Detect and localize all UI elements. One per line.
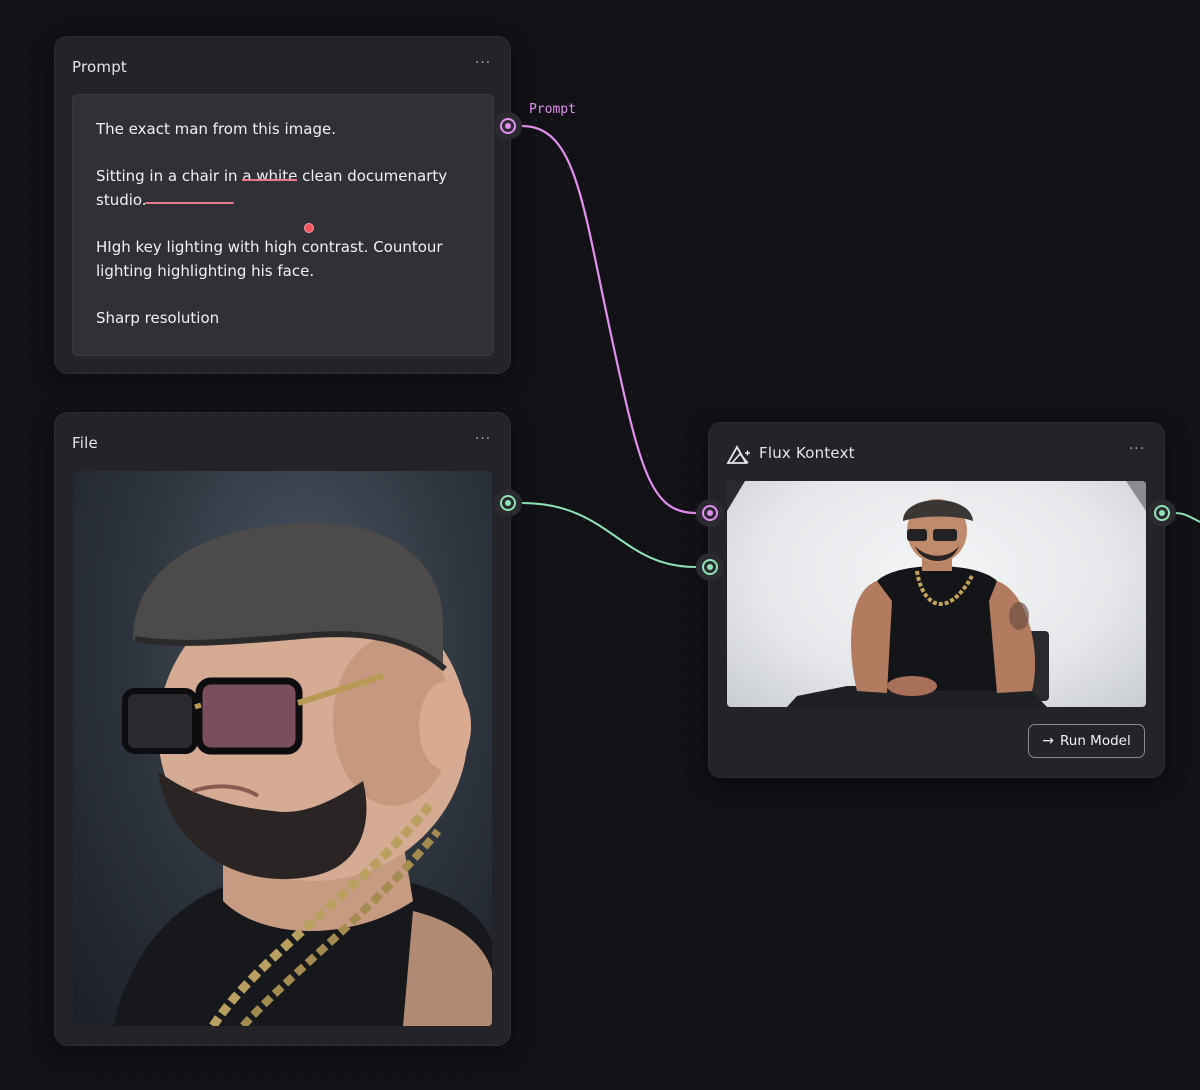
prompt-node-title: Prompt xyxy=(72,58,128,76)
run-model-label: Run Model xyxy=(1060,733,1131,749)
file-node-header[interactable]: File ··· xyxy=(55,413,510,473)
prompt-wire xyxy=(521,124,697,515)
prompt-line-3: HIgh key lighting with high contrast. Co… xyxy=(96,238,443,280)
flux-more-button[interactable]: ··· xyxy=(1124,441,1150,461)
prompt-node[interactable]: Prompt ··· The exact man from this image… xyxy=(54,36,511,374)
annotation-dot xyxy=(304,223,314,233)
prompt-line-4: Sharp resolution xyxy=(96,309,220,327)
studio-photo xyxy=(727,481,1146,707)
arrow-right-icon: → xyxy=(1042,733,1054,749)
flux-kontext-node[interactable]: Flux Kontext ··· → Run Model xyxy=(708,422,1165,778)
prompt-node-header[interactable]: Prompt ··· xyxy=(55,37,510,97)
flux-image-input-port[interactable] xyxy=(696,553,724,581)
prompt-output-port[interactable] xyxy=(494,112,522,140)
image-wire xyxy=(521,502,697,568)
annotation-underline xyxy=(145,202,234,204)
run-model-button[interactable]: → Run Model xyxy=(1028,724,1145,758)
flux-output-image[interactable] xyxy=(727,481,1146,707)
triangle-logo-icon xyxy=(726,445,750,464)
workflow-canvas[interactable]: Prompt ··· The exact man from this image… xyxy=(0,0,1200,1090)
prompt-line-2-start: Sitting in a chair in xyxy=(96,167,243,185)
flux-output-port[interactable] xyxy=(1148,499,1176,527)
struck-text: a white xyxy=(242,167,298,185)
file-node-title: File xyxy=(72,434,98,452)
file-node[interactable]: File ··· xyxy=(54,412,511,1046)
prompt-text: The exact man from this image. Sitting i… xyxy=(96,117,476,353)
flux-node-title: Flux Kontext xyxy=(759,444,855,462)
file-output-port[interactable] xyxy=(494,489,522,517)
flux-prompt-input-port[interactable] xyxy=(696,499,724,527)
file-image-preview[interactable] xyxy=(73,471,492,1026)
flux-node-header[interactable]: Flux Kontext ··· xyxy=(709,423,1164,483)
output-wire xyxy=(1173,512,1200,523)
prompt-textarea[interactable]: The exact man from this image. Sitting i… xyxy=(72,94,494,356)
prompt-line-1: The exact man from this image. xyxy=(96,120,336,138)
portrait-photo xyxy=(113,523,492,1026)
file-more-button[interactable]: ··· xyxy=(470,431,496,451)
prompt-line-2: Sitting in a chair in a white clean docu… xyxy=(96,164,476,212)
prompt-output-label: Prompt xyxy=(529,102,576,117)
prompt-more-button[interactable]: ··· xyxy=(470,55,496,75)
